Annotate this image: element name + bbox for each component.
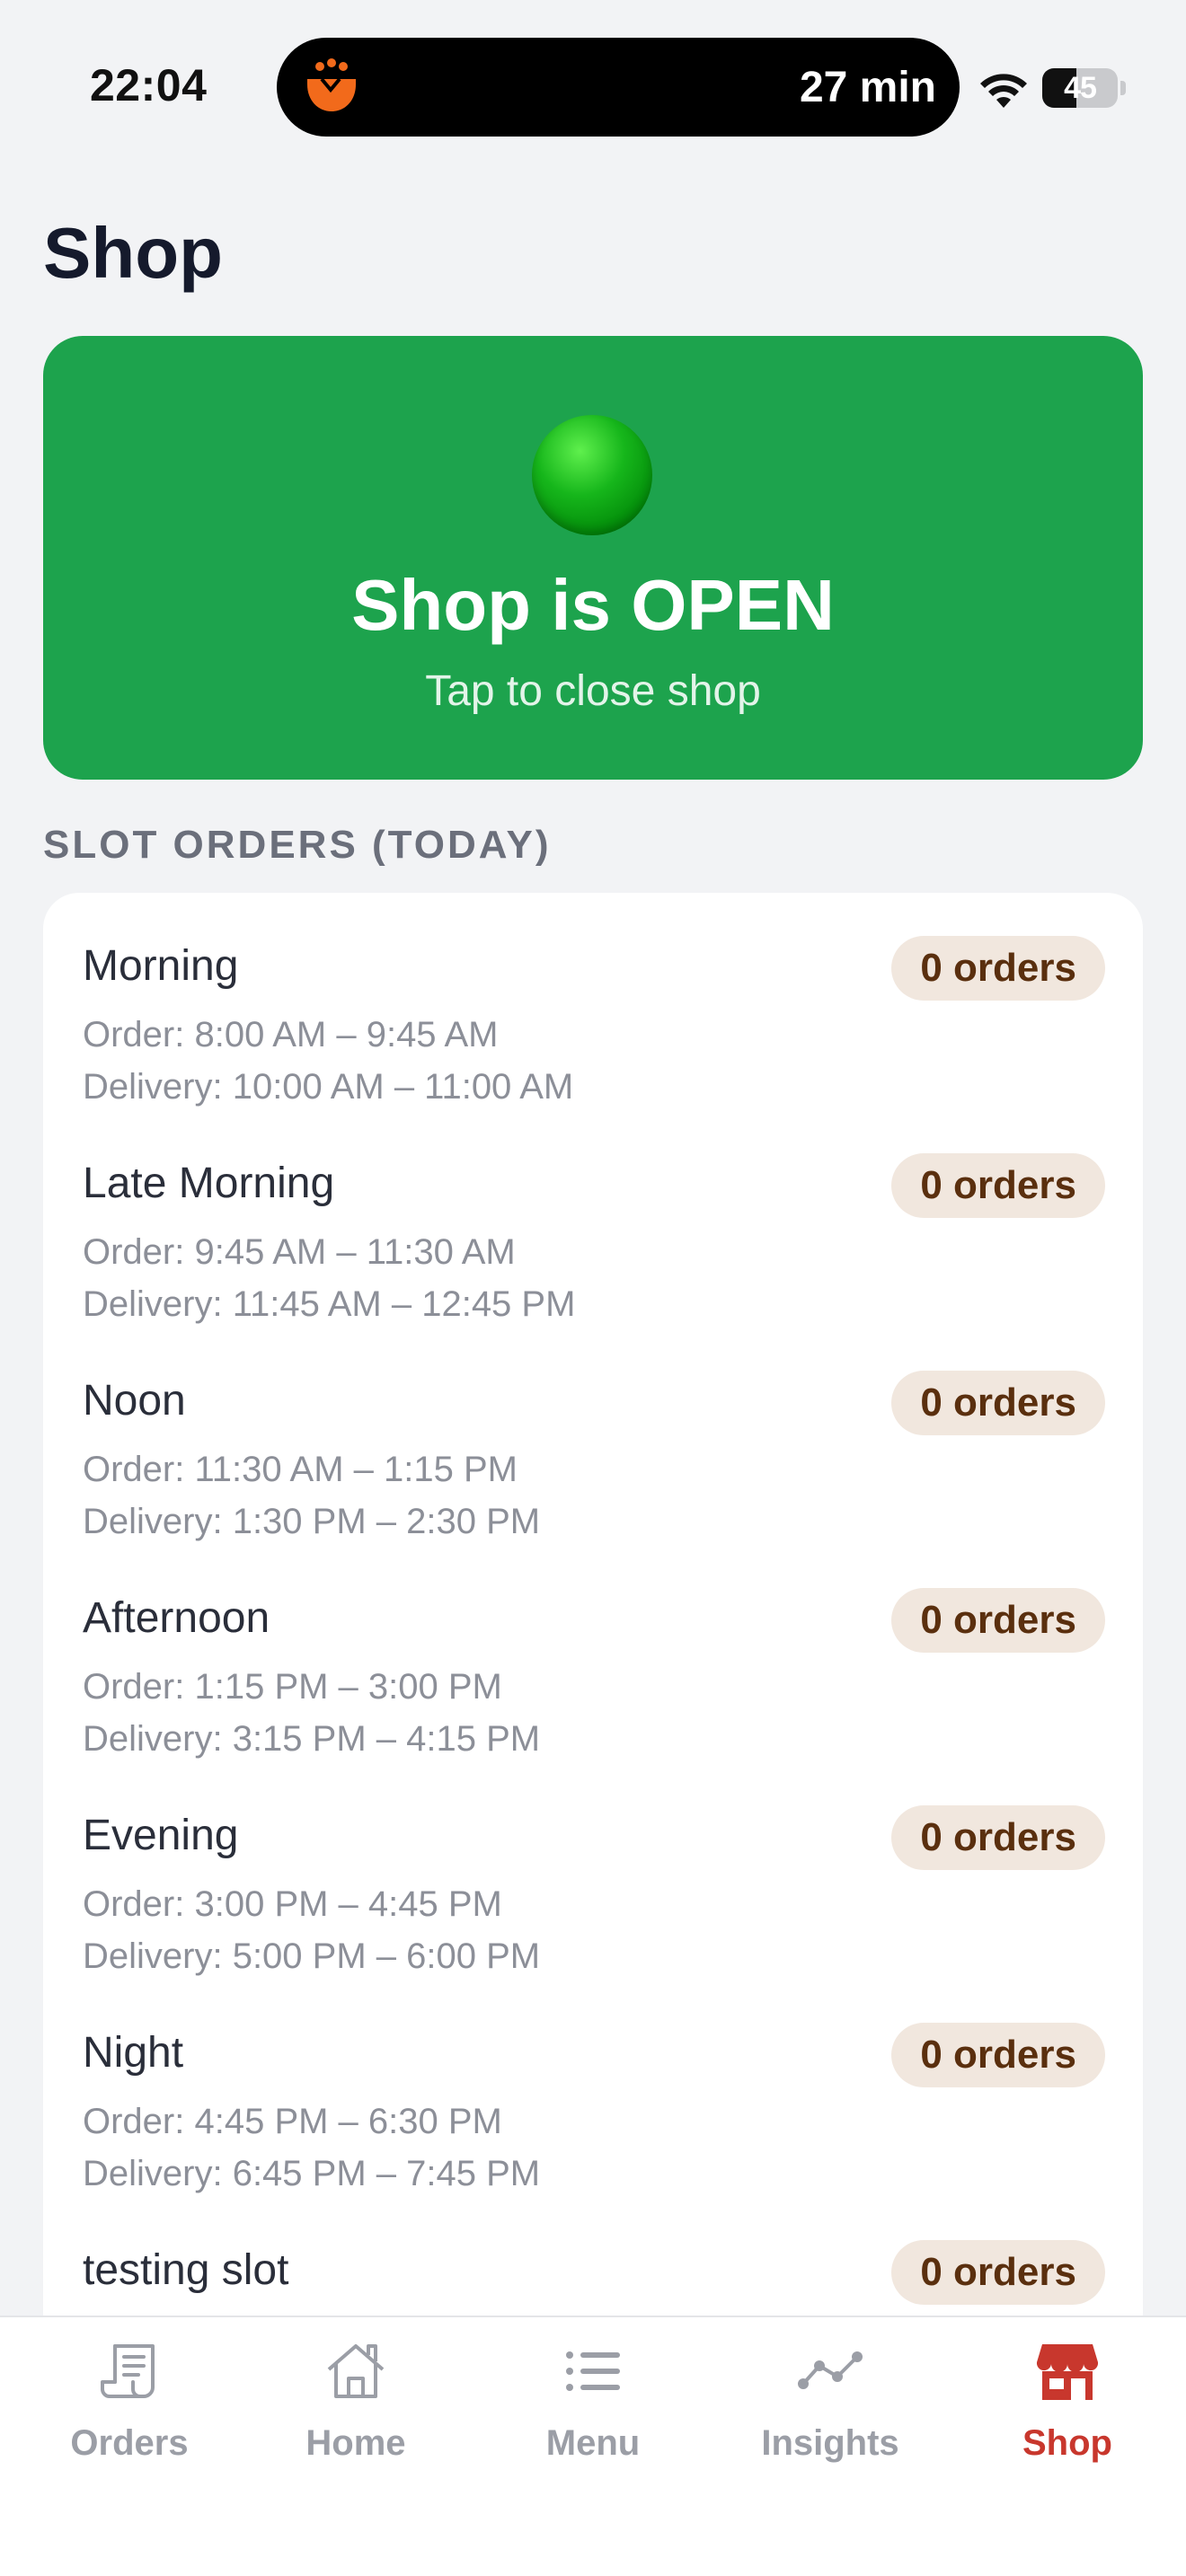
receipt-icon (101, 2344, 155, 2398)
slot-name: testing slot (83, 2246, 289, 2294)
slot-row[interactable]: Evening Order: 3:00 PM – 4:45 PM Delivery:… (43, 1762, 1143, 1980)
slot-row[interactable]: Late Morning Order: 9:45 AM – 11:30 AM Del… (43, 1110, 1143, 1328)
slot-delivery-window: Delivery: 10:00 AM – 11:00 AM (83, 1067, 574, 1107)
slot-order-window: Order: 9:45 AM – 11:30 AM (83, 1232, 516, 1272)
home-icon (327, 2344, 385, 2398)
slot-name: Evening (83, 1812, 239, 1859)
slot-order-window: Order: 11:30 AM – 1:15 PM (83, 1450, 518, 1489)
slot-order-window: Order: 4:45 PM – 6:30 PM (83, 2102, 502, 2141)
slot-order-window: Order: 3:00 PM – 4:45 PM (83, 1884, 502, 1924)
list-icon (566, 2351, 620, 2391)
slot-delivery-window: Delivery: 5:00 PM – 6:00 PM (83, 1936, 541, 1976)
slot-name: Noon (83, 1377, 186, 1425)
slot-list[interactable]: Morning Order: 8:00 AM – 9:45 AM Delivery:… (43, 893, 1143, 2348)
battery-icon: 45 (1042, 68, 1127, 108)
slot-order-count-badge: 0 orders (891, 2023, 1105, 2087)
tab-bar: Orders Home Menu Insights Shop (0, 2316, 1186, 2576)
wifi-icon (980, 74, 1027, 108)
status-bar: 22:04 27 min 45 (0, 0, 1186, 171)
green-circle-icon (532, 415, 652, 535)
slot-order-count-badge: 0 orders (891, 1371, 1105, 1435)
shop-status-title: Shop is OPEN (351, 565, 835, 645)
page-title: Shop (43, 213, 223, 293)
tab-label-home: Home (305, 2423, 406, 2463)
slot-order-count-badge: 0 orders (891, 1153, 1105, 1218)
status-time: 22:04 (90, 60, 208, 110)
shop-screen: 22:04 27 min 45 Shop Shop is OPEN Tap to… (0, 0, 1186, 2576)
slot-delivery-window: Delivery: 3:15 PM – 4:15 PM (83, 1719, 541, 1759)
tab-orders[interactable]: Orders (11, 2317, 248, 2497)
tab-menu[interactable]: Menu (474, 2317, 712, 2497)
shop-status-toggle[interactable]: Shop is OPEN Tap to close shop (43, 336, 1143, 780)
tab-home[interactable]: Home (237, 2317, 474, 2497)
tab-label-menu: Menu (545, 2423, 641, 2463)
tab-label-shop: Shop (1022, 2423, 1112, 2463)
slot-order-count-badge: 0 orders (891, 1588, 1105, 1653)
slot-delivery-window: Delivery: 1:30 PM – 2:30 PM (83, 1502, 541, 1541)
slot-order-count-badge: 0 orders (891, 2240, 1105, 2305)
slot-order-count-badge: 0 orders (891, 936, 1105, 1001)
tab-label-orders: Orders (70, 2423, 189, 2463)
slot-order-window: Order: 1:15 PM – 3:00 PM (83, 1667, 502, 1707)
dynamic-island[interactable]: 27 min (277, 38, 960, 137)
tab-label-insights: Insights (761, 2423, 899, 2463)
slot-name: Late Morning (83, 1160, 335, 1207)
slot-order-window: Order: 8:00 AM – 9:45 AM (83, 1015, 499, 1054)
slot-delivery-window: Delivery: 11:45 AM – 12:45 PM (83, 1284, 576, 1324)
cooking-pot-icon (307, 58, 356, 111)
shop-status-subtitle: Tap to close shop (425, 667, 761, 715)
tab-insights[interactable]: Insights (712, 2317, 949, 2497)
slot-order-count-badge: 0 orders (891, 1805, 1105, 1870)
section-header: SLOT ORDERS (TODAY) (43, 823, 552, 867)
slot-row[interactable]: Night Order: 4:45 PM – 6:30 PM Delivery: 6… (43, 1980, 1143, 2197)
storefront-icon (1036, 2344, 1099, 2400)
slot-delivery-window: Delivery: 6:45 PM – 7:45 PM (83, 2154, 541, 2193)
slot-name: Night (83, 2029, 184, 2077)
trend-line-icon (798, 2351, 863, 2389)
slot-row[interactable]: Afternoon Order: 1:15 PM – 3:00 PM Deliver… (43, 1545, 1143, 1762)
slot-row[interactable]: Noon Order: 11:30 AM – 1:15 PM Delivery: 1… (43, 1328, 1143, 1545)
tab-shop[interactable]: Shop (949, 2317, 1186, 2497)
slot-name: Morning (83, 942, 239, 990)
slot-name: Afternoon (83, 1594, 270, 1642)
slot-row[interactable]: Morning Order: 8:00 AM – 9:45 AM Delivery:… (43, 893, 1143, 1110)
battery-percent: 45 (1064, 71, 1097, 105)
activity-timer: 27 min (799, 64, 936, 111)
